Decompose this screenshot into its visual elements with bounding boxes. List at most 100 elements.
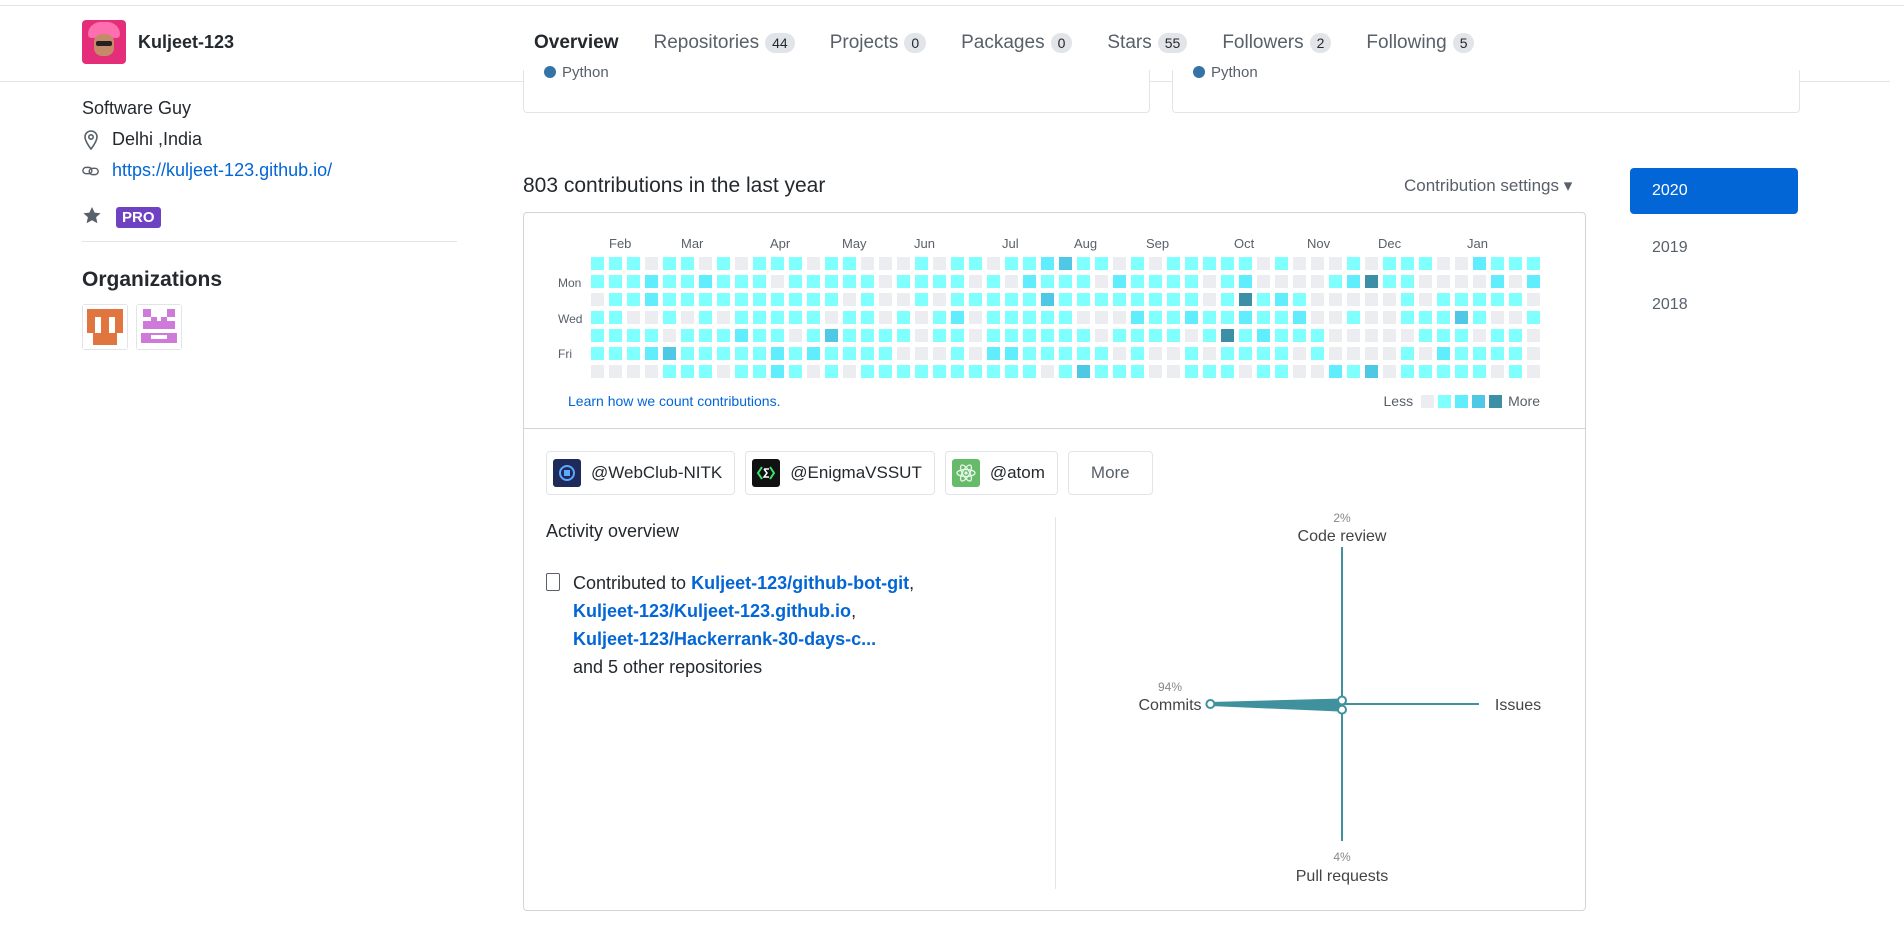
contribution-day-cell[interactable] bbox=[879, 311, 892, 324]
contribution-day-cell[interactable] bbox=[1221, 329, 1234, 342]
contribution-day-cell[interactable] bbox=[1185, 275, 1198, 288]
contribution-day-cell[interactable] bbox=[915, 347, 928, 360]
contribution-day-cell[interactable] bbox=[1203, 329, 1216, 342]
contribution-day-cell[interactable] bbox=[1077, 275, 1090, 288]
contribution-day-cell[interactable] bbox=[1365, 365, 1378, 378]
contribution-day-cell[interactable] bbox=[807, 311, 820, 324]
pinned-repo-card-left[interactable]: Python bbox=[523, 64, 1150, 113]
contribution-day-cell[interactable] bbox=[1311, 365, 1324, 378]
contribution-day-cell[interactable] bbox=[1311, 347, 1324, 360]
contribution-day-cell[interactable] bbox=[1419, 257, 1432, 270]
contribution-day-cell[interactable] bbox=[915, 365, 928, 378]
contribution-day-cell[interactable] bbox=[1185, 347, 1198, 360]
contribution-day-cell[interactable] bbox=[1167, 365, 1180, 378]
contribution-day-cell[interactable] bbox=[591, 311, 604, 324]
contribution-day-cell[interactable] bbox=[1527, 311, 1540, 324]
contribution-day-cell[interactable] bbox=[1131, 293, 1144, 306]
contribution-day-cell[interactable] bbox=[1149, 293, 1162, 306]
contribution-day-cell[interactable] bbox=[1167, 347, 1180, 360]
contribution-day-cell[interactable] bbox=[807, 365, 820, 378]
contribution-day-cell[interactable] bbox=[1419, 311, 1432, 324]
contribution-day-cell[interactable] bbox=[1149, 329, 1162, 342]
contribution-day-cell[interactable] bbox=[1203, 257, 1216, 270]
contribution-day-cell[interactable] bbox=[1095, 311, 1108, 324]
contribution-day-cell[interactable] bbox=[933, 347, 946, 360]
repo-link[interactable]: Kuljeet-123/Hackerrank-30-days-c... bbox=[573, 629, 876, 649]
contribution-day-cell[interactable] bbox=[1041, 365, 1054, 378]
contribution-day-cell[interactable] bbox=[1005, 365, 1018, 378]
contribution-day-cell[interactable] bbox=[1383, 275, 1396, 288]
contribution-day-cell[interactable] bbox=[1419, 275, 1432, 288]
contribution-day-cell[interactable] bbox=[987, 275, 1000, 288]
contribution-day-cell[interactable] bbox=[861, 293, 874, 306]
contribution-day-cell[interactable] bbox=[1257, 293, 1270, 306]
contribution-day-cell[interactable] bbox=[1365, 311, 1378, 324]
contribution-day-cell[interactable] bbox=[663, 293, 676, 306]
contribution-day-cell[interactable] bbox=[897, 365, 910, 378]
contribution-day-cell[interactable] bbox=[1473, 347, 1486, 360]
contribution-day-cell[interactable] bbox=[1167, 293, 1180, 306]
contribution-day-cell[interactable] bbox=[1437, 275, 1450, 288]
contribution-day-cell[interactable] bbox=[1113, 347, 1126, 360]
contribution-day-cell[interactable] bbox=[1095, 365, 1108, 378]
contribution-day-cell[interactable] bbox=[735, 347, 748, 360]
contribution-day-cell[interactable] bbox=[753, 275, 766, 288]
contribution-day-cell[interactable] bbox=[933, 293, 946, 306]
contribution-day-cell[interactable] bbox=[789, 257, 802, 270]
contribution-day-cell[interactable] bbox=[861, 347, 874, 360]
contribution-day-cell[interactable] bbox=[1149, 311, 1162, 324]
contribution-day-cell[interactable] bbox=[591, 275, 604, 288]
contribution-day-cell[interactable] bbox=[1401, 365, 1414, 378]
contribution-day-cell[interactable] bbox=[987, 347, 1000, 360]
contribution-day-cell[interactable] bbox=[1059, 275, 1072, 288]
contribution-day-cell[interactable] bbox=[915, 311, 928, 324]
contribution-day-cell[interactable] bbox=[1221, 365, 1234, 378]
contribution-day-cell[interactable] bbox=[753, 311, 766, 324]
contribution-day-cell[interactable] bbox=[771, 293, 784, 306]
contribution-day-cell[interactable] bbox=[627, 293, 640, 306]
contribution-day-cell[interactable] bbox=[717, 257, 730, 270]
contribution-day-cell[interactable] bbox=[1005, 347, 1018, 360]
contribution-day-cell[interactable] bbox=[1347, 311, 1360, 324]
contribution-day-cell[interactable] bbox=[1221, 293, 1234, 306]
contribution-day-cell[interactable] bbox=[1455, 257, 1468, 270]
contribution-day-cell[interactable] bbox=[645, 275, 658, 288]
contribution-day-cell[interactable] bbox=[1023, 257, 1036, 270]
contribution-day-cell[interactable] bbox=[735, 293, 748, 306]
contribution-day-cell[interactable] bbox=[591, 365, 604, 378]
contribution-day-cell[interactable] bbox=[1455, 311, 1468, 324]
contribution-day-cell[interactable] bbox=[591, 347, 604, 360]
contribution-day-cell[interactable] bbox=[1527, 257, 1540, 270]
contribution-day-cell[interactable] bbox=[1257, 347, 1270, 360]
contribution-day-cell[interactable] bbox=[825, 365, 838, 378]
contribution-day-cell[interactable] bbox=[915, 293, 928, 306]
org-filter-webclub[interactable]: @WebClub-NITK bbox=[546, 451, 736, 495]
contribution-day-cell[interactable] bbox=[879, 257, 892, 270]
contribution-day-cell[interactable] bbox=[645, 329, 658, 342]
contribution-day-cell[interactable] bbox=[879, 347, 892, 360]
contribution-day-cell[interactable] bbox=[1347, 329, 1360, 342]
contribution-day-cell[interactable] bbox=[1131, 257, 1144, 270]
contribution-day-cell[interactable] bbox=[627, 365, 640, 378]
contribution-day-cell[interactable] bbox=[1185, 293, 1198, 306]
contribution-day-cell[interactable] bbox=[915, 275, 928, 288]
contribution-day-cell[interactable] bbox=[969, 275, 982, 288]
contribution-day-cell[interactable] bbox=[915, 329, 928, 342]
contribution-day-cell[interactable] bbox=[1473, 275, 1486, 288]
pinned-repo-card-right[interactable]: Python bbox=[1172, 64, 1800, 113]
contribution-day-cell[interactable] bbox=[1383, 347, 1396, 360]
contribution-day-cell[interactable] bbox=[771, 347, 784, 360]
contribution-day-cell[interactable] bbox=[1329, 275, 1342, 288]
contribution-day-cell[interactable] bbox=[663, 311, 676, 324]
contribution-day-cell[interactable] bbox=[699, 275, 712, 288]
contribution-day-cell[interactable] bbox=[681, 347, 694, 360]
contribution-day-cell[interactable] bbox=[735, 257, 748, 270]
contribution-day-cell[interactable] bbox=[1023, 365, 1036, 378]
contribution-day-cell[interactable] bbox=[627, 275, 640, 288]
contribution-day-cell[interactable] bbox=[1077, 311, 1090, 324]
contribution-day-cell[interactable] bbox=[1401, 329, 1414, 342]
contribution-day-cell[interactable] bbox=[663, 347, 676, 360]
contribution-day-cell[interactable] bbox=[609, 257, 622, 270]
contribution-day-cell[interactable] bbox=[717, 347, 730, 360]
contribution-day-cell[interactable] bbox=[1149, 365, 1162, 378]
